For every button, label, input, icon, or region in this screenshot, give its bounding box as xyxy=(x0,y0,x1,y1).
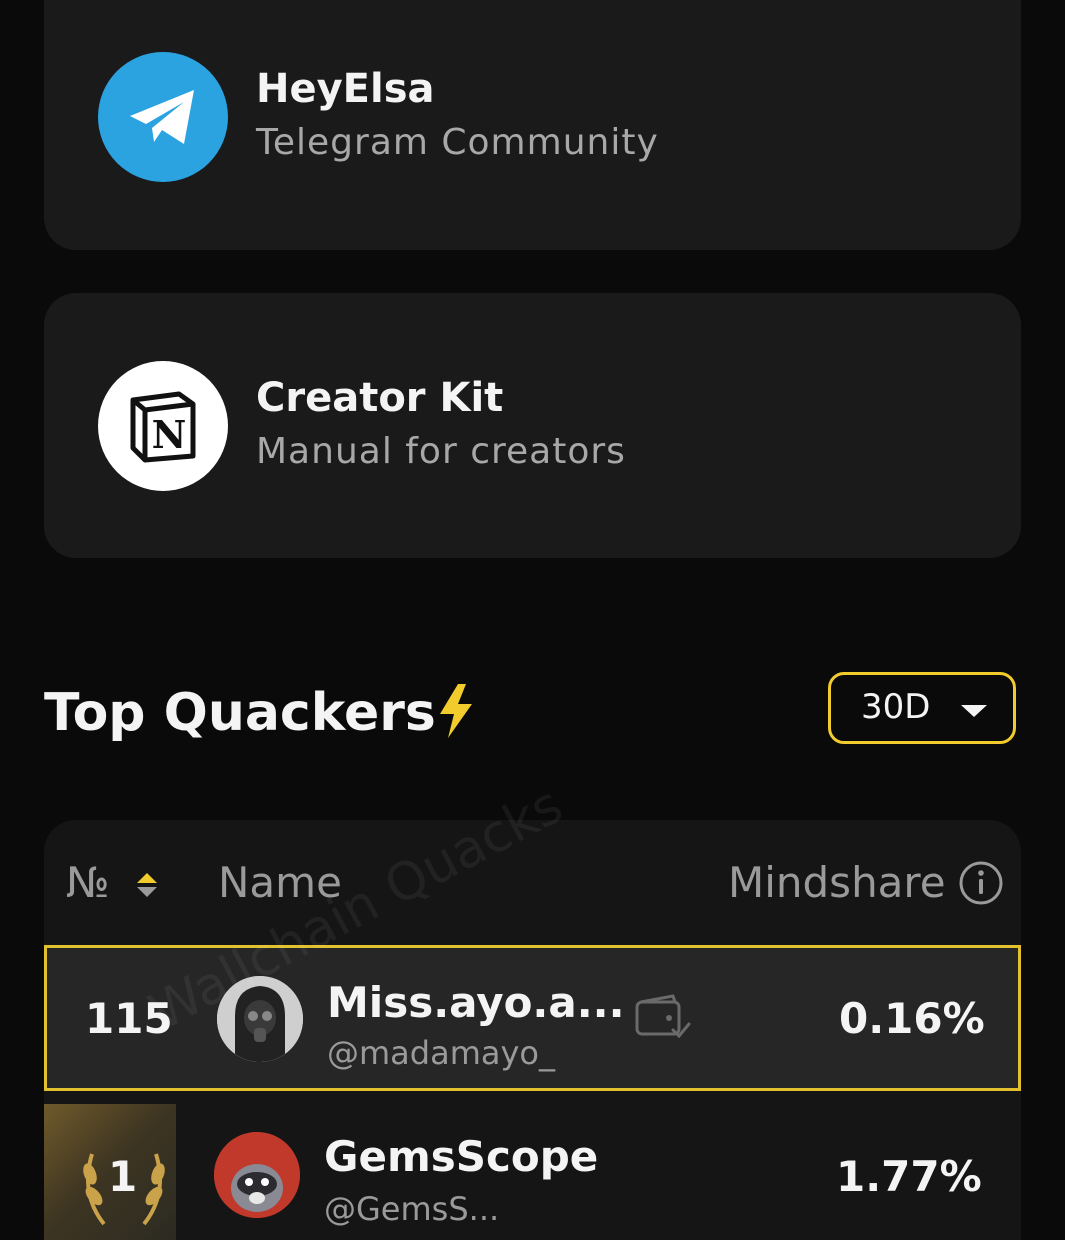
avatar xyxy=(214,1132,300,1218)
user-display-name: Miss.ayo.a... xyxy=(327,978,625,1027)
rank-value: 1 xyxy=(108,1152,138,1201)
leaderboard-table: № Name Mindshare 115 Miss.ayo.a... @mada… xyxy=(44,820,1021,1240)
lightning-icon xyxy=(436,682,476,744)
svg-text:N: N xyxy=(152,412,187,457)
link-card-subtitle: Manual for creators xyxy=(256,431,626,472)
user-handle: @madamayo_ xyxy=(327,1034,555,1072)
mindshare-header: Mindshare xyxy=(728,858,946,907)
link-card-title: Creator Kit xyxy=(256,375,504,421)
rank-header[interactable]: № xyxy=(66,858,110,907)
rank-value: 115 xyxy=(85,994,173,1043)
user-handle: @GemsS... xyxy=(324,1190,500,1228)
link-card-telegram[interactable]: HeyElsa Telegram Community xyxy=(44,0,1021,250)
table-row[interactable]: 115 Miss.ayo.a... @madamayo_ 0.16% xyxy=(44,945,1021,1091)
link-card-title: HeyElsa xyxy=(256,66,435,112)
wallet-check-icon[interactable] xyxy=(633,992,693,1046)
name-header: Name xyxy=(218,858,342,907)
section-title: Top Quackers xyxy=(44,683,436,743)
period-value: 30D xyxy=(861,687,931,727)
link-card-subtitle: Telegram Community xyxy=(256,122,659,163)
chevron-down-icon xyxy=(961,705,987,717)
period-dropdown[interactable]: 30D xyxy=(828,672,1016,744)
mindshare-value: 1.77% xyxy=(836,1152,982,1201)
sort-icon[interactable] xyxy=(136,872,158,902)
avatar xyxy=(217,976,303,1062)
user-display-name: GemsScope xyxy=(324,1132,599,1181)
telegram-icon xyxy=(98,52,228,182)
link-card-creator-kit[interactable]: N Creator Kit Manual for creators xyxy=(44,293,1021,558)
notion-icon: N xyxy=(98,361,228,491)
mindshare-value: 0.16% xyxy=(839,994,985,1043)
table-row[interactable]: 1 GemsScope @GemsS... 1.77% xyxy=(44,1104,1021,1240)
info-icon[interactable] xyxy=(958,860,1004,910)
